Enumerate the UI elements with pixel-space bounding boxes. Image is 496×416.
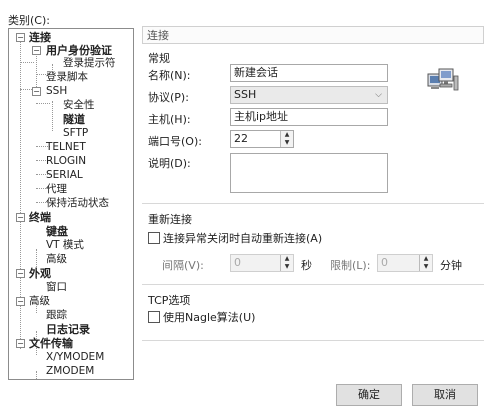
collapse-toggle-connection[interactable]: − (16, 33, 25, 42)
ok-button[interactable]: 确定 (336, 384, 402, 406)
nagle-checkbox[interactable] (148, 311, 160, 323)
tree-item-file-transfer[interactable]: 文件传输 (29, 337, 73, 350)
description-textarea[interactable] (230, 153, 388, 193)
panel-title: 连接 (142, 26, 484, 44)
tree-item-xymodem[interactable]: X/YMODEM (46, 351, 104, 364)
protocol-value: SSH (234, 88, 257, 101)
category-label: 类别(C): (8, 14, 50, 27)
tree-item-sftp[interactable]: SFTP (63, 127, 88, 140)
protocol-select[interactable]: SSH ⌵ (230, 86, 388, 104)
port-value: 22 (234, 132, 248, 145)
limit-label: 限制(L): (330, 259, 371, 272)
port-spinbox[interactable]: 22 ▲ ▼ (230, 130, 294, 148)
spin-down-icon[interactable]: ▼ (280, 263, 293, 271)
chevron-down-icon: ⌵ (375, 90, 382, 100)
name-label: 名称(N): (148, 69, 191, 82)
tree-item-logging[interactable]: 日志记录 (46, 323, 90, 336)
tree-item-advanced[interactable]: 高级 (29, 295, 50, 308)
computer-session-icon (426, 66, 460, 96)
reconnect-section-title: 重新连接 (148, 213, 192, 226)
tree-item-proxy[interactable]: 代理 (46, 183, 67, 196)
tree-item-zmodem[interactable]: ZMODEM (46, 365, 94, 378)
spin-down-icon[interactable]: ▼ (280, 139, 293, 147)
spin-up-icon[interactable]: ▲ (419, 255, 432, 263)
host-input[interactable]: 主机ip地址 (230, 108, 388, 126)
interval-label: 间隔(V): (162, 259, 204, 272)
tree-item-terminal-advanced[interactable]: 高级 (46, 253, 67, 266)
port-label: 端口号(O): (148, 135, 202, 148)
tree-item-authentication[interactable]: 用户身份验证 (46, 44, 112, 57)
collapse-toggle-file-transfer[interactable]: − (16, 339, 25, 348)
tree-item-login-scripts[interactable]: 登录脚本 (46, 71, 88, 84)
name-input[interactable]: 新建会话 (230, 64, 388, 82)
collapse-toggle-appearance[interactable]: − (16, 269, 25, 278)
tree-item-ssh[interactable]: SSH (46, 85, 67, 98)
tree-item-keyboard[interactable]: 键盘 (46, 225, 68, 238)
category-tree[interactable]: − 连接 − 用户身份验证 登录提示符 登录脚本 − SSH 安全性 隧道 SF… (8, 28, 134, 380)
auto-reconnect-label: 连接异常关闭时自动重新连接(A) (163, 232, 323, 245)
interval-spinbox[interactable]: 0 ▲ ▼ (230, 254, 294, 272)
tree-item-telnet[interactable]: TELNET (46, 141, 86, 154)
limit-spinbox[interactable]: 0 ▲ ▼ (377, 254, 433, 272)
limit-unit: 分钟 (440, 259, 462, 272)
host-label: 主机(H): (148, 113, 191, 126)
tree-item-rlogin[interactable]: RLOGIN (46, 155, 86, 168)
tree-item-window[interactable]: 窗口 (46, 281, 67, 294)
collapse-toggle-auth[interactable]: − (32, 46, 41, 55)
tree-item-connection[interactable]: 连接 (29, 31, 51, 44)
tree-item-vt-modes[interactable]: VT 模式 (46, 239, 84, 252)
interval-unit: 秒 (301, 259, 312, 272)
cancel-button[interactable]: 取消 (412, 384, 478, 406)
tree-item-appearance[interactable]: 外观 (29, 267, 51, 280)
description-label: 说明(D): (148, 157, 191, 170)
collapse-toggle-terminal[interactable]: − (16, 213, 25, 222)
spin-up-icon[interactable]: ▲ (280, 255, 293, 263)
collapse-toggle-ssh[interactable]: − (32, 87, 41, 96)
nagle-label: 使用Nagle算法(U) (163, 311, 256, 324)
collapse-toggle-advanced[interactable]: − (16, 297, 25, 306)
tcp-section-title: TCP选项 (148, 294, 191, 307)
tree-item-login-prompts[interactable]: 登录提示符 (63, 57, 116, 70)
spin-down-icon[interactable]: ▼ (419, 263, 432, 271)
protocol-label: 协议(P): (148, 91, 189, 104)
interval-value: 0 (234, 256, 241, 269)
tree-item-terminal[interactable]: 终端 (29, 211, 51, 224)
tree-item-serial[interactable]: SERIAL (46, 169, 83, 182)
tree-item-trace[interactable]: 跟踪 (46, 309, 67, 322)
limit-value: 0 (381, 256, 388, 269)
spin-up-icon[interactable]: ▲ (280, 131, 293, 139)
tree-item-keep-alive[interactable]: 保持活动状态 (46, 197, 109, 210)
tree-item-security[interactable]: 安全性 (63, 99, 95, 112)
tree-item-tunneling[interactable]: 隧道 (63, 113, 85, 126)
general-section-title: 常规 (148, 52, 170, 65)
auto-reconnect-checkbox[interactable] (148, 232, 160, 244)
